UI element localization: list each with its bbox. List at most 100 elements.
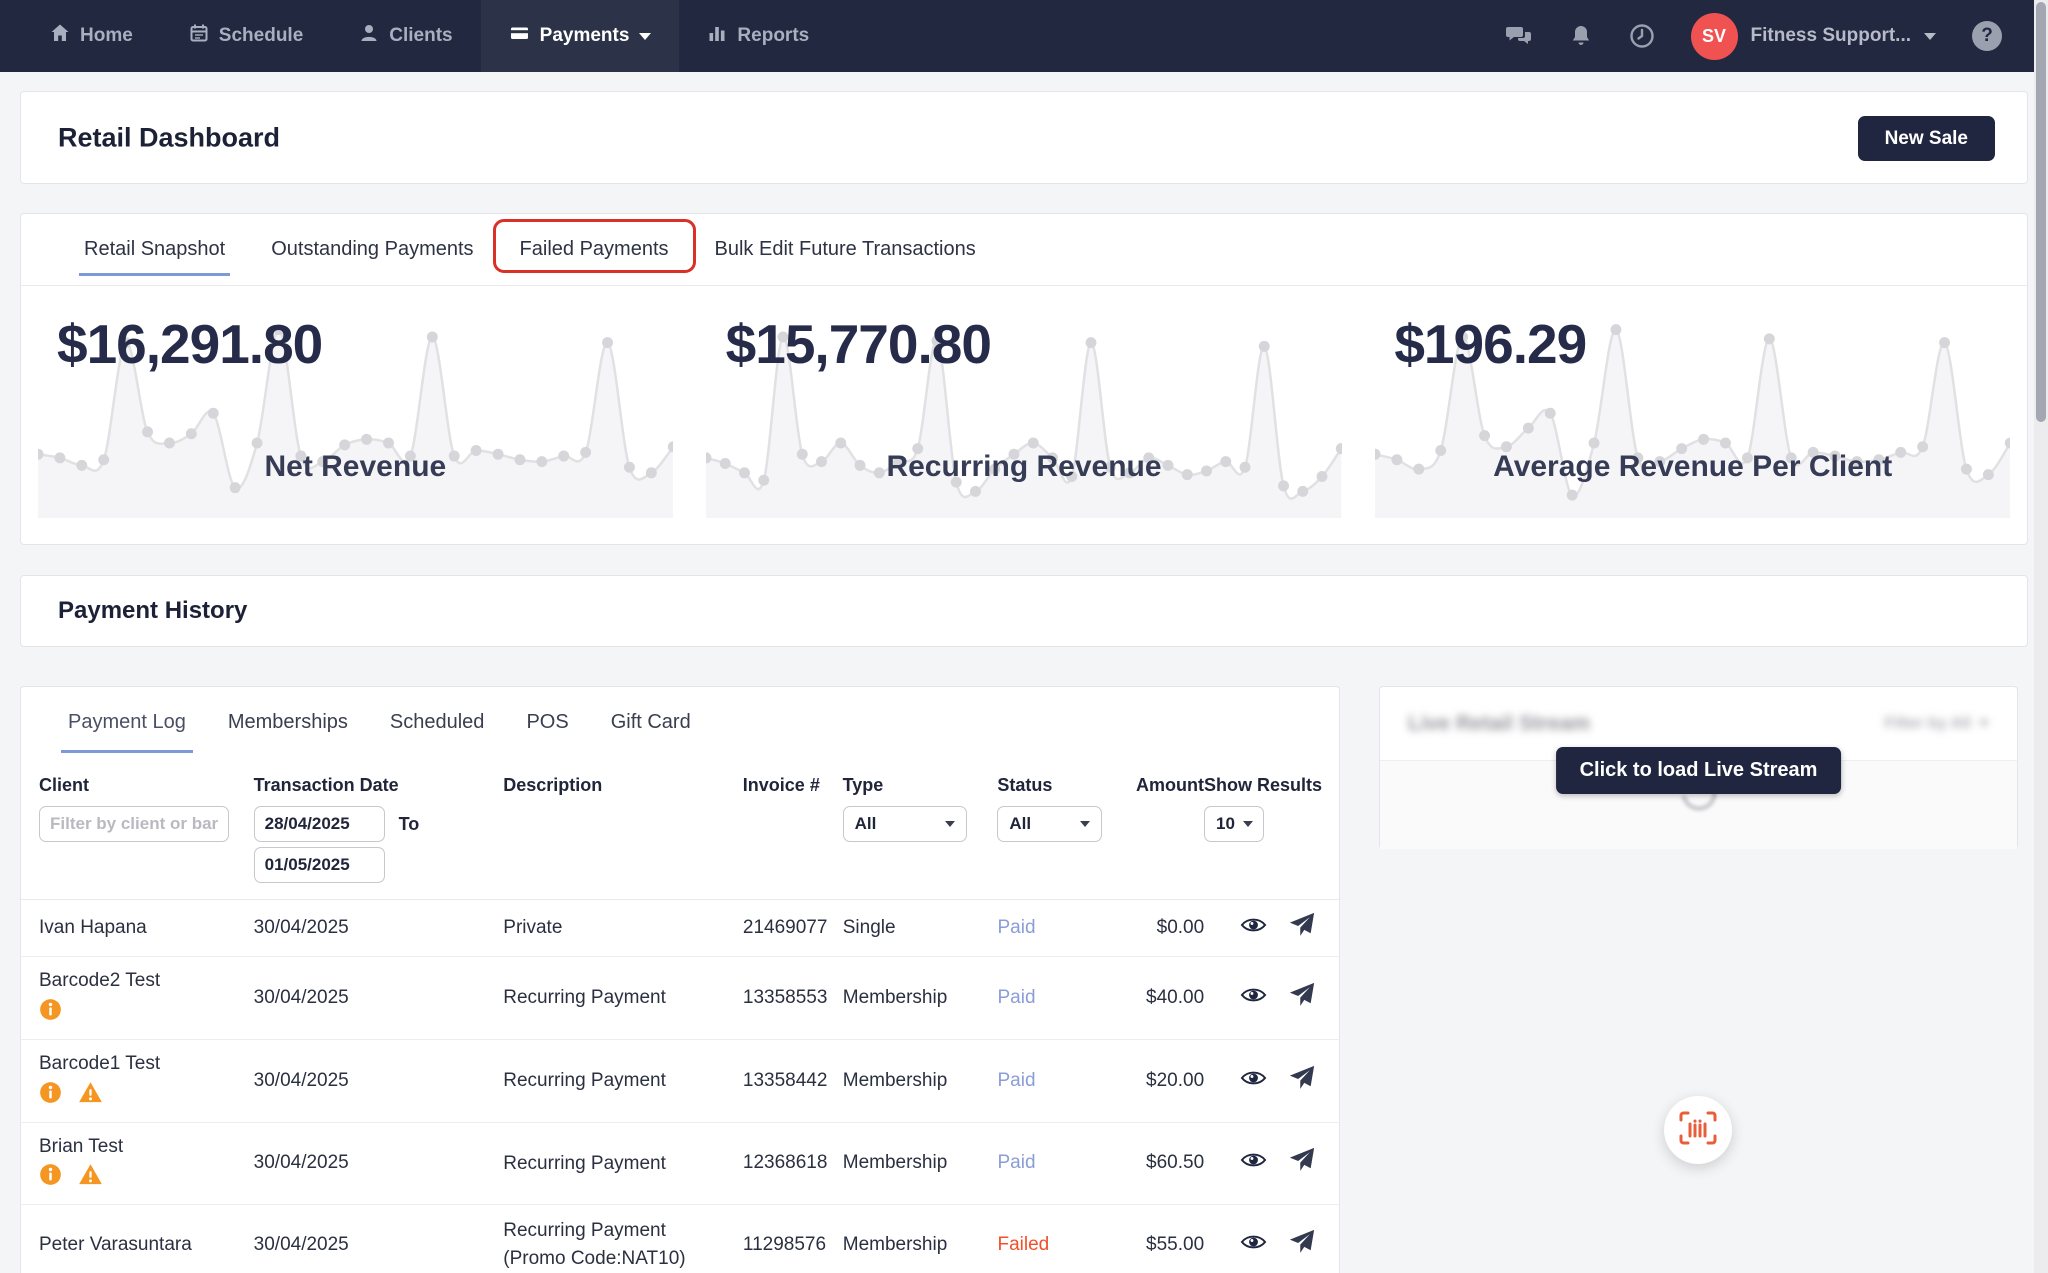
view-payment-icon[interactable] — [1240, 1150, 1267, 1176]
status-select-value: All — [1009, 814, 1031, 834]
description-cell: Recurring Payment — [503, 984, 743, 1012]
client-cell: Brian Test — [39, 1135, 254, 1193]
date-from-input[interactable] — [254, 806, 385, 842]
warning-icon[interactable] — [78, 1163, 103, 1192]
load-live-stream-button[interactable]: Click to load Live Stream — [1556, 747, 1842, 794]
payment-log-card: Payment Log Memberships Scheduled POS Gi… — [20, 686, 1340, 1273]
transaction-date-cell: 30/04/2025 — [254, 987, 504, 1009]
chevron-down-icon — [1979, 720, 1989, 727]
tab-outstanding-payments[interactable]: Outstanding Payments — [248, 214, 496, 285]
client-name: Ivan Hapana — [39, 916, 254, 940]
actions-cell — [1204, 912, 1321, 944]
client-filter-input[interactable] — [39, 806, 229, 842]
dashboard-tabs: Retail Snapshot Outstanding Payments Fai… — [21, 214, 2027, 286]
top-navbar: Home Schedule Clients Payments Reports S… — [0, 0, 2048, 72]
transaction-date-cell: 30/04/2025 — [254, 1234, 504, 1256]
metric-label: Net Revenue — [21, 450, 690, 484]
tab-failed-payments[interactable]: Failed Payments — [497, 214, 692, 285]
nav-item-payments[interactable]: Payments — [481, 0, 680, 72]
clock-icon[interactable] — [1629, 23, 1655, 49]
calendar-icon — [189, 23, 209, 49]
live-retail-stream-card: Live Retail Stream Filter by All Click t… — [1379, 686, 2018, 849]
table-row: Ivan Hapana30/04/2025Private21469077Sing… — [21, 900, 1339, 957]
chevron-down-icon — [1243, 821, 1253, 827]
amount-cell: $40.00 — [1109, 987, 1204, 1009]
metric-panels: $16,291.80 Net Revenue $15,770.80 Recurr… — [21, 286, 2027, 544]
view-payment-icon[interactable] — [1240, 1068, 1267, 1094]
send-receipt-icon[interactable] — [1289, 982, 1315, 1014]
invoice-cell: 12368618 — [743, 1152, 843, 1174]
client-flags — [39, 1163, 254, 1192]
chat-icon[interactable] — [1506, 24, 1533, 48]
invoice-cell: 13358553 — [743, 987, 843, 1009]
column-header-invoice: Invoice # — [743, 775, 843, 796]
type-select[interactable]: All — [843, 806, 967, 842]
page-title: Retail Dashboard — [58, 122, 280, 153]
view-payment-icon[interactable] — [1240, 915, 1267, 941]
tab-memberships[interactable]: Memberships — [207, 687, 369, 757]
type-cell: Membership — [843, 1152, 998, 1174]
chevron-down-icon — [945, 821, 955, 827]
actions-cell — [1204, 1229, 1321, 1261]
nav-item-home[interactable]: Home — [22, 0, 161, 72]
type-cell: Membership — [843, 1234, 998, 1256]
invoice-cell: 21469077 — [743, 917, 843, 939]
transaction-date-cell: 30/04/2025 — [254, 917, 504, 939]
tab-pos[interactable]: POS — [505, 687, 589, 757]
send-receipt-icon[interactable] — [1289, 1065, 1315, 1097]
help-icon[interactable]: ? — [1972, 21, 2002, 51]
new-sale-button[interactable]: New Sale — [1858, 116, 1995, 161]
send-receipt-icon[interactable] — [1289, 1229, 1315, 1261]
view-payment-icon[interactable] — [1240, 1232, 1267, 1258]
info-icon[interactable] — [39, 1081, 62, 1110]
status-cell: Failed — [998, 1234, 1110, 1256]
metric-label: Recurring Revenue — [690, 450, 1359, 484]
show-results-value: 10 — [1216, 814, 1235, 834]
view-payment-icon[interactable] — [1240, 985, 1267, 1011]
transaction-date-cell: 30/04/2025 — [254, 1152, 504, 1174]
nav-item-reports[interactable]: Reports — [679, 0, 837, 72]
nav-menu: Home Schedule Clients Payments Reports — [22, 0, 837, 72]
description-cell: Recurring Payment — [503, 1067, 743, 1095]
info-icon[interactable] — [39, 998, 62, 1027]
scrollbar-thumb[interactable] — [2036, 2, 2046, 422]
date-to-label: To — [399, 814, 420, 835]
column-header-transaction-date: Transaction Date — [254, 775, 504, 796]
account-name: Fitness Support... — [1751, 25, 1911, 47]
account-menu[interactable]: SV Fitness Support... — [1691, 13, 1936, 60]
scrollbar-track[interactable] — [2034, 0, 2048, 1273]
metric-value: $15,770.80 — [726, 312, 991, 376]
nav-item-clients[interactable]: Clients — [331, 0, 480, 72]
client-cell: Ivan Hapana — [39, 916, 254, 940]
send-receipt-icon[interactable] — [1289, 1147, 1315, 1179]
live-stream-filter[interactable]: Filter by All — [1884, 715, 1989, 733]
date-to-input[interactable] — [254, 847, 385, 883]
tab-gift-card[interactable]: Gift Card — [590, 687, 712, 757]
avatar: SV — [1691, 13, 1738, 60]
client-cell: Peter Varasuntara — [39, 1233, 254, 1257]
column-header-show-results: Show Results — [1204, 775, 1321, 796]
nav-item-label: Home — [80, 25, 133, 47]
amount-cell: $60.50 — [1109, 1152, 1204, 1174]
bell-icon[interactable] — [1569, 24, 1593, 48]
metric-average-revenue-per-client: $196.29 Average Revenue Per Client — [1358, 286, 2027, 544]
metric-label: Average Revenue Per Client — [1358, 450, 2027, 484]
warning-icon[interactable] — [78, 1081, 103, 1110]
client-flags — [39, 998, 254, 1027]
tab-scheduled[interactable]: Scheduled — [369, 687, 506, 757]
home-icon — [50, 23, 70, 49]
chevron-down-icon — [1080, 821, 1090, 827]
tab-retail-snapshot[interactable]: Retail Snapshot — [61, 214, 248, 285]
show-results-select[interactable]: 10 — [1204, 806, 1264, 842]
status-cell: Paid — [998, 1152, 1110, 1174]
tab-payment-log[interactable]: Payment Log — [47, 687, 207, 757]
status-cell: Paid — [998, 987, 1110, 1009]
tab-bulk-edit-future-transactions[interactable]: Bulk Edit Future Transactions — [692, 214, 999, 285]
table-row: Barcode1 Test30/04/2025Recurring Payment… — [21, 1040, 1339, 1123]
send-receipt-icon[interactable] — [1289, 912, 1315, 944]
column-header-type: Type — [843, 775, 998, 796]
nav-item-schedule[interactable]: Schedule — [161, 0, 331, 72]
info-icon[interactable] — [39, 1163, 62, 1192]
status-select[interactable]: All — [997, 806, 1102, 842]
barcode-scan-button[interactable] — [1664, 1096, 1732, 1164]
